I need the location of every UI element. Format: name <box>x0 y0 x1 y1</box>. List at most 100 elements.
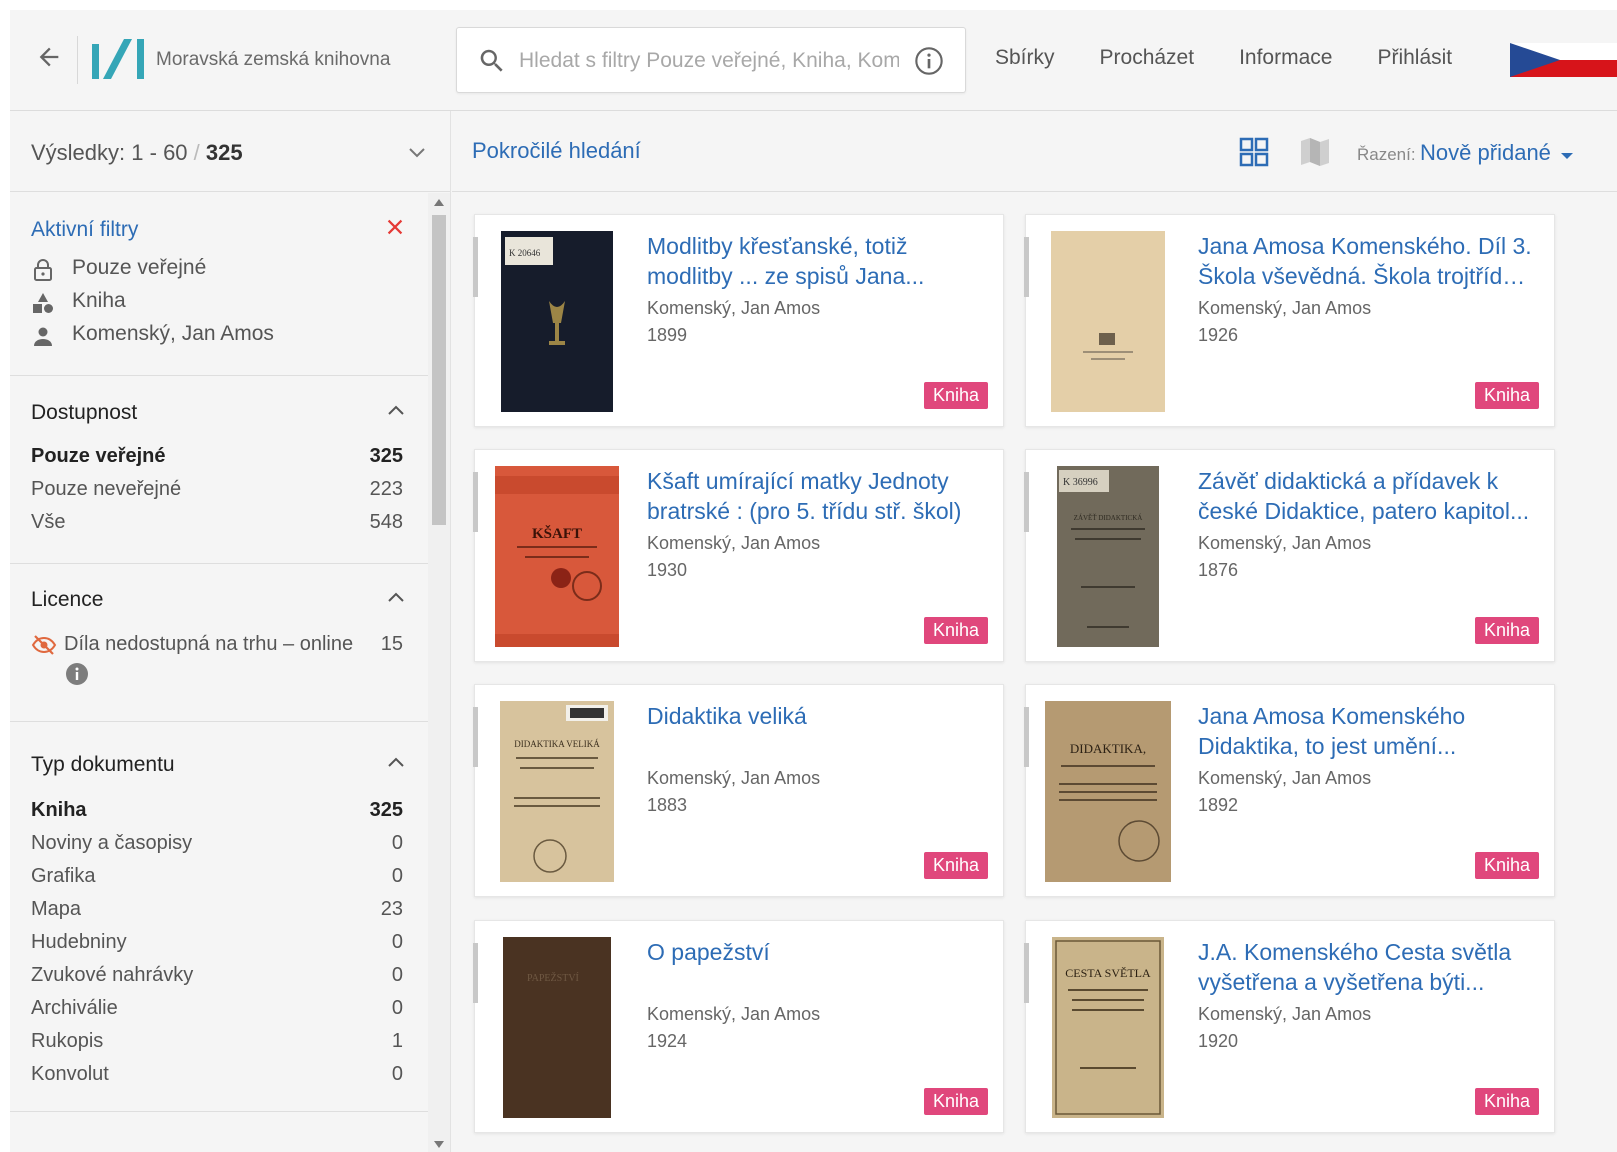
chevron-up-icon[interactable] <box>384 398 408 422</box>
nav-sbirky[interactable]: Sbírky <box>995 46 1055 70</box>
card-edge <box>1024 472 1029 532</box>
card-author[interactable]: Komenský, Jan Amos <box>1198 533 1371 554</box>
card-year: 1899 <box>647 325 688 345</box>
book-cover-image[interactable]: K 20646 <box>501 231 613 412</box>
card-edge <box>1024 237 1029 297</box>
result-card[interactable]: K 20646 Modlitby křesťanské, totiž modlit… <box>473 214 1004 427</box>
card-author[interactable]: Komenský, Jan Amos <box>647 533 820 554</box>
facet-row-all[interactable]: Vše 548 <box>31 511 403 543</box>
card-title[interactable]: J.A. Komenského Cesta světla vyšetřena a … <box>1198 937 1533 997</box>
scrollbar-thumb[interactable] <box>432 215 446 525</box>
cover-id-label: K 20646 <box>509 248 541 258</box>
card-year: 1883 <box>647 795 688 815</box>
facet-row-zvukove[interactable]: Zvukové nahrávky 0 <box>31 964 403 996</box>
sort-value[interactable]: Nově přidané <box>1420 140 1551 165</box>
nav-prihlasit[interactable]: Přihlásit <box>1377 46 1452 70</box>
book-cover-image[interactable]: KŠAFT <box>495 466 619 647</box>
scroll-up-arrow-icon[interactable] <box>434 199 444 206</box>
results-area: Pokročilé hledání Řazení: Nově přidané K… <box>452 111 1617 1152</box>
chevron-up-icon[interactable] <box>384 750 408 774</box>
facet-row-kniha[interactable]: Kniha 325 <box>31 799 403 831</box>
cover-title-label: CESTA SVĚTLA <box>1065 966 1151 980</box>
cover-id-label: K 36996 <box>1063 477 1098 488</box>
facet-row-konvolut[interactable]: Konvolut 0 <box>31 1063 403 1095</box>
grid-view-icon[interactable] <box>1239 137 1269 167</box>
results-toolbar: Pokročilé hledání Řazení: Nově přidané <box>452 111 1617 192</box>
nav-prochazet[interactable]: Procházet <box>1100 46 1195 70</box>
active-filters-section: Aktivní filtry Pouze veřejné Kniha Komen… <box>10 193 428 376</box>
nav-informace[interactable]: Informace <box>1239 46 1332 70</box>
card-title[interactable]: Závěť didaktická a přídavek k české Didak… <box>1198 466 1533 526</box>
card-title[interactable]: Jana Amosa Komenského. Díl 3. Škola vševě… <box>1198 231 1533 291</box>
card-title[interactable]: O papežství <box>647 937 982 967</box>
card-year: 1876 <box>1198 560 1239 580</box>
book-cover-image[interactable]: DIDAKTIKA, <box>1045 701 1171 882</box>
facet-row-nonpublic[interactable]: Pouze neveřejné 223 <box>31 478 403 510</box>
search-input[interactable] <box>519 42 899 80</box>
facet-row-license-online[interactable]: Díla nedostupná na trhu – online 15 <box>31 633 403 665</box>
facet-row-hudebniny[interactable]: Hudebniny 0 <box>31 931 403 963</box>
arrow-left-icon <box>39 47 59 67</box>
result-card[interactable]: Jana Amosa Komenského. Díl 3. Škola vševě… <box>1024 214 1555 427</box>
sort-label: Řazení: <box>1357 145 1416 164</box>
doc-type-badge: Kniha <box>1474 382 1539 409</box>
top-bar: Moravská zemská knihovna Sbírky Procháze… <box>10 10 1617 111</box>
card-year: 1926 <box>1198 325 1239 345</box>
chevron-down-icon[interactable] <box>405 141 429 165</box>
facet-row-grafika[interactable]: Grafika 0 <box>31 865 403 897</box>
card-author[interactable]: Komenský, Jan Amos <box>1198 298 1371 319</box>
result-card[interactable]: CESTA SVĚTLA J.A. Komenského Cesta světl… <box>1024 920 1555 1133</box>
facet-row-noviny[interactable]: Noviny a časopisy 0 <box>31 832 403 864</box>
search-box <box>456 27 966 93</box>
card-author[interactable]: Komenský, Jan Amos <box>1198 1004 1371 1025</box>
header-divider <box>77 36 78 84</box>
book-cover-image[interactable]: PAPEŽSTVÍ <box>503 937 611 1118</box>
result-card[interactable]: KŠAFT Kšaft umírající matky Jednoty bratr… <box>473 449 1004 662</box>
advanced-search-link[interactable]: Pokročilé hledání <box>472 138 641 164</box>
result-card[interactable]: DIDAKTIKA, Jana Amosa Komenského Didaktik… <box>1024 684 1555 897</box>
license-title: Licence <box>31 588 104 611</box>
result-card[interactable]: PAPEŽSTVÍ O papežství Komenský, Jan Amos… <box>473 920 1004 1133</box>
result-card[interactable]: K 36996 ZÁVĚŤ DIDAKTICKÁ Závěť didaktick… <box>1024 449 1555 662</box>
facet-row-rukopis[interactable]: Rukopis 1 <box>31 1030 403 1062</box>
card-year: 1892 <box>1198 795 1239 815</box>
book-cover-image[interactable]: K 36996 ZÁVĚŤ DIDAKTICKÁ <box>1057 466 1159 647</box>
card-title[interactable]: Didaktika veliká <box>647 701 982 731</box>
search-icon[interactable] <box>477 46 507 76</box>
lock-icon <box>34 259 52 281</box>
scroll-down-arrow-icon[interactable] <box>434 1141 444 1148</box>
info-icon[interactable] <box>65 662 89 686</box>
card-edge <box>473 707 478 767</box>
map-view-icon[interactable] <box>1299 136 1331 168</box>
chevron-up-icon[interactable] <box>384 585 408 609</box>
card-title[interactable]: Kšaft umírající matky Jednoty bratrské : … <box>647 466 982 526</box>
card-author[interactable]: Komenský, Jan Amos <box>647 1004 820 1025</box>
back-button[interactable] <box>32 40 66 74</box>
facet-row-mapa[interactable]: Mapa 23 <box>31 898 403 930</box>
library-logo[interactable] <box>92 39 146 79</box>
book-cover-image[interactable] <box>1051 231 1165 412</box>
book-cover-image[interactable]: DIDAKTIKA VELIKÁ <box>500 701 614 882</box>
app-frame: Moravská zemská knihovna Sbírky Procháze… <box>10 10 1617 1152</box>
card-author[interactable]: Komenský, Jan Amos <box>1198 768 1371 789</box>
doc-type-badge: Kniha <box>923 617 988 644</box>
info-circle-icon[interactable] <box>913 45 945 77</box>
results-summary[interactable]: Výsledky: 1 - 60 / 325 <box>10 111 450 192</box>
card-title[interactable]: Modlitby křesťanské, totiž modlitby ... z… <box>647 231 982 291</box>
library-name[interactable]: Moravská zemská knihovna <box>156 49 390 71</box>
language-flag-icon[interactable] <box>1510 43 1617 77</box>
facet-row-public[interactable]: Pouze veřejné 325 <box>31 445 403 477</box>
result-card[interactable]: DIDAKTIKA VELIKÁ Didaktika veliká Komens… <box>473 684 1004 897</box>
card-title[interactable]: Jana Amosa Komenského Didaktika, to jest … <box>1198 701 1533 761</box>
card-year: 1930 <box>647 560 688 580</box>
cover-title-label: ZÁVĚŤ DIDAKTICKÁ <box>1074 514 1143 522</box>
clear-filters-icon[interactable] <box>384 216 406 238</box>
facet-row-archivalie[interactable]: Archiválie 0 <box>31 997 403 1029</box>
card-author[interactable]: Komenský, Jan Amos <box>647 768 820 789</box>
sort-control[interactable]: Řazení: Nově přidané <box>1357 140 1573 166</box>
doc-type-badge: Kniha <box>923 852 988 879</box>
sidebar-scrollbar[interactable] <box>428 193 450 1152</box>
caret-down-icon[interactable] <box>1560 152 1573 159</box>
card-author[interactable]: Komenský, Jan Amos <box>647 298 820 319</box>
book-cover-image[interactable]: CESTA SVĚTLA <box>1052 937 1164 1118</box>
